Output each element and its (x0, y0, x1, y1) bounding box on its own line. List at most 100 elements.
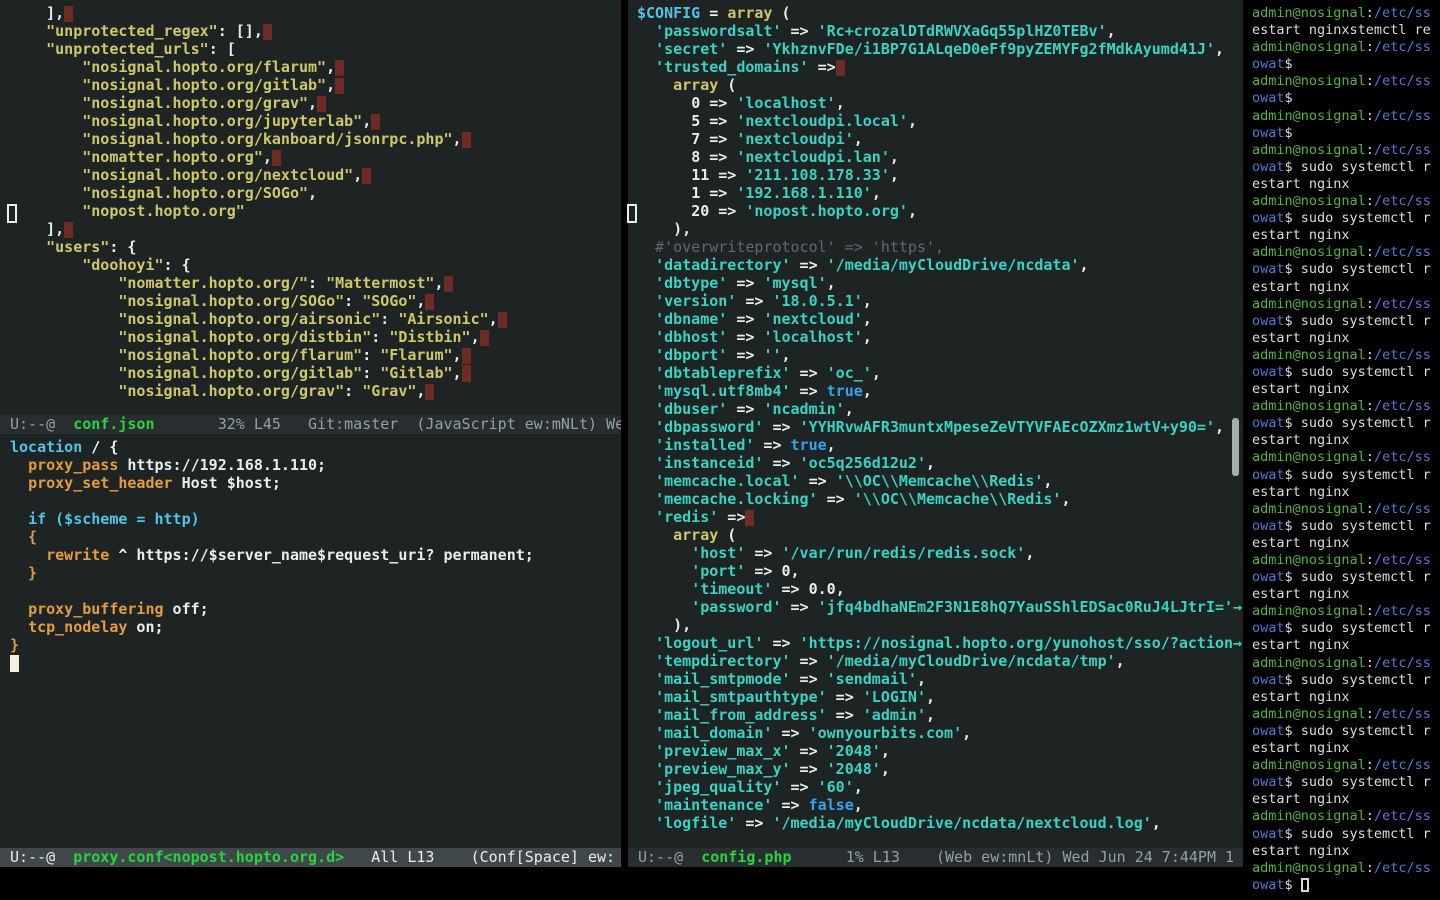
code-token: , (489, 310, 498, 328)
code-token: 8 (691, 148, 700, 166)
code-token: , (926, 688, 935, 706)
terminal-line: admin@nosignal:/etc/ss (1252, 108, 1440, 125)
code-token: => (827, 706, 863, 724)
conf-json-modeline[interactable]: U:--@ conf.json 32% L45 Git:master (Java… (0, 415, 621, 434)
code-token: 'mysql.utf8mb4' (655, 382, 790, 400)
code-token: 'ncadmin' (763, 400, 844, 418)
code-line: 'maintenance' => false, (637, 796, 1243, 814)
terminal-line: estart nginx (1252, 279, 1440, 296)
code-token: #'overwriteprotocol' => 'https', (637, 238, 944, 256)
proxy-conf-editor[interactable]: location / { proxy_pass https://192.168.… (0, 434, 621, 848)
code-token: , (917, 670, 926, 688)
code-token: : (1366, 757, 1374, 773)
code-line: 'logout_url' => 'https://nosignal.hopto.… (637, 634, 1243, 652)
code-token: 0.0 (809, 580, 836, 598)
terminal-line: owat$ (1252, 125, 1440, 142)
code-line: array ( (637, 76, 1243, 94)
code-token: 'redis' (655, 508, 718, 526)
conf-json-editor[interactable]: ], "unprotected_regex": [], "unprotected… (0, 0, 621, 415)
code-line: 'preview_max_x' => '2048', (637, 742, 1243, 760)
code-token: admin@nosignal (1252, 655, 1366, 671)
code-token: => (772, 580, 808, 598)
code-token: , (854, 796, 863, 814)
code-token: admin@nosignal (1252, 108, 1366, 124)
code-line: 'instanceid' => 'oc5q256d12u2', (637, 454, 1243, 472)
terminal-line: admin@nosignal:/etc/ss (1252, 5, 1440, 22)
code-token: : (1366, 244, 1374, 260)
code-token: => (700, 94, 736, 112)
terminal-line: admin@nosignal:/etc/ss (1252, 603, 1440, 620)
code-token: $ sudo systemctl r (1285, 569, 1431, 585)
code-token: admin@nosignal (1252, 73, 1366, 89)
terminal-line: admin@nosignal:/etc/ss (1252, 860, 1440, 877)
code-token: , (890, 148, 899, 166)
trailing-whitespace-marker (745, 510, 754, 526)
code-token: estart nginx (1252, 740, 1350, 756)
code-line: "users": { (10, 238, 621, 256)
code-token: ), (637, 616, 691, 634)
code-token: admin@nosignal (1252, 39, 1366, 55)
scrollbar-thumb[interactable] (1232, 418, 1239, 476)
terminal-pane[interactable]: admin@nosignal:/etc/ssestart nginxstemct… (1243, 0, 1440, 900)
code-token: owat (1252, 620, 1285, 636)
code-token: owat (1252, 467, 1285, 483)
code-token: => (791, 256, 827, 274)
code-token: => (791, 652, 827, 670)
code-token (10, 456, 28, 474)
code-token: : (1366, 449, 1374, 465)
code-token (10, 238, 46, 256)
trailing-whitespace-marker (462, 348, 471, 364)
code-token (637, 796, 655, 814)
config-php-editor[interactable]: $CONFIG = array ( 'passwordsalt' => 'Rc+… (628, 0, 1243, 848)
config-php-modeline[interactable]: U:--@ config.php 1% L13 (Web ew:mnLt) We… (628, 848, 1243, 867)
code-token: , (836, 94, 845, 112)
code-token (10, 256, 82, 274)
code-token: , (872, 184, 881, 202)
code-token: => (791, 760, 827, 778)
terminal-line: owat$ sudo systemctl r (1252, 159, 1440, 176)
code-line: 'datadirectory' => '/media/myCloudDrive/… (637, 256, 1243, 274)
fringe-indicator-icon (7, 204, 17, 223)
code-token: estart nginx (1252, 586, 1350, 602)
code-token: estart nginx (1252, 535, 1350, 551)
code-token: => (745, 544, 781, 562)
code-token (10, 546, 46, 564)
code-token: 'mail_domain' (655, 724, 772, 742)
code-token: : (362, 346, 380, 364)
code-token: 20 (691, 202, 709, 220)
code-token: => (818, 490, 854, 508)
code-token: 'jpeg_quality' (655, 778, 781, 796)
code-token (637, 688, 655, 706)
proxy-conf-modeline[interactable]: U:--@ proxy.conf<nopost.hopto.org.d> All… (0, 848, 621, 867)
code-token: , (854, 778, 863, 796)
terminal-line: estart nginx (1252, 791, 1440, 808)
code-token: => (727, 310, 763, 328)
code-token: '/media/myCloudDrive/ncdata' (827, 256, 1080, 274)
code-token: 'dbport' (655, 346, 727, 364)
code-token: /etc/ss (1374, 449, 1431, 465)
code-token: 'dbtableprefix' (655, 364, 790, 382)
code-line: "nosignal.hopto.org/kanboard/jsonrpc.php… (10, 130, 621, 148)
code-line: array ( (637, 526, 1243, 544)
terminal-line: owat$ (1252, 877, 1440, 894)
code-line: #'overwriteprotocol' => 'https', (637, 238, 1243, 256)
code-token: "Gitlab" (380, 364, 452, 382)
code-token: : (1366, 193, 1374, 209)
code-token (10, 76, 82, 94)
code-line: $CONFIG = array ( (637, 4, 1243, 22)
terminal-line: owat$ sudo systemctl r (1252, 569, 1440, 586)
code-token: true (827, 382, 863, 400)
code-token: 'mail_from_address' (655, 706, 827, 724)
code-line: "unprotected_regex": [], (10, 22, 621, 40)
code-token: : (1366, 5, 1374, 21)
code-token: => (809, 58, 836, 76)
code-token: estart nginx (1252, 176, 1350, 192)
code-token: , (836, 580, 845, 598)
code-token: , (1152, 814, 1161, 832)
code-token: /etc/ss (1374, 757, 1431, 773)
code-token: : (371, 328, 389, 346)
code-line: "nopost.hopto.org" (10, 202, 621, 220)
code-token: 'datadirectory' (655, 256, 790, 274)
terminal-line: estart nginxstemctl re (1252, 22, 1440, 39)
terminal-line: admin@nosignal:/etc/ss (1252, 501, 1440, 518)
